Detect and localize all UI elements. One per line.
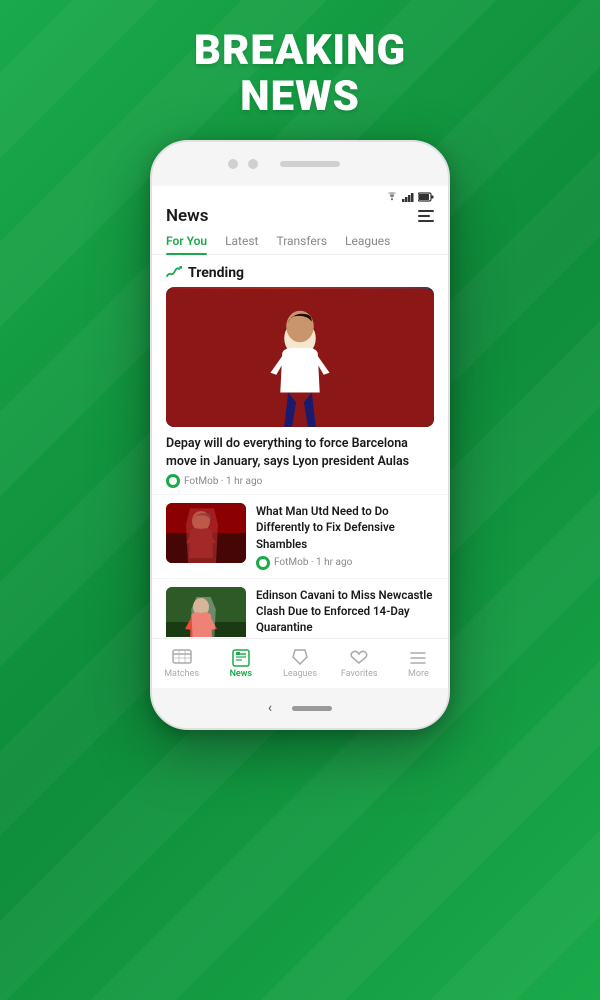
- status-icons: [386, 192, 434, 202]
- trending-icon: [166, 266, 182, 280]
- news-source-row-1: FotMob · 1 hr ago: [256, 556, 434, 570]
- source-badge-1: [256, 556, 270, 570]
- news-item-1[interactable]: What Man Utd Need to Do Differently to F…: [152, 494, 448, 577]
- nav-leagues[interactable]: Leagues: [270, 649, 329, 679]
- phone-bottom-bar: ‹: [152, 688, 448, 728]
- nav-news-label: News: [230, 669, 252, 679]
- tab-latest[interactable]: Latest: [225, 234, 258, 254]
- news-text-2: Edinson Cavani to Miss Newcastle Clash D…: [256, 587, 434, 638]
- page-header: BREAKING NEWS: [0, 0, 600, 140]
- signal-icon: [402, 192, 414, 202]
- nav-leagues-label: Leagues: [283, 669, 317, 679]
- trending-label: Trending: [188, 265, 244, 281]
- tab-bar: For You Latest Transfers Leagues: [152, 234, 448, 255]
- wifi-icon: [386, 192, 398, 202]
- leagues-icon: [290, 649, 310, 667]
- phone-body: News For You Latest Transfers Leagues: [150, 140, 450, 730]
- favorites-icon: [349, 649, 369, 667]
- featured-source-row: FotMob · 1 hr ago: [166, 474, 434, 488]
- bottom-nav: Matches News: [152, 638, 448, 688]
- home-pill[interactable]: [292, 706, 332, 711]
- nav-favorites-label: Favorites: [341, 669, 378, 679]
- app-header: News: [152, 204, 448, 234]
- featured-source: FotMob · 1 hr ago: [184, 476, 262, 487]
- featured-article-title[interactable]: Depay will do everything to force Barcel…: [166, 435, 434, 470]
- tab-transfers[interactable]: Transfers: [276, 234, 327, 254]
- nav-more-label: More: [408, 669, 429, 679]
- news-source-1: FotMob · 1 hr ago: [274, 557, 352, 568]
- nav-favorites[interactable]: Favorites: [330, 649, 389, 679]
- tab-leagues[interactable]: Leagues: [345, 234, 390, 254]
- breaking-news-title: BREAKING NEWS: [0, 28, 600, 120]
- news-title-2: Edinson Cavani to Miss Newcastle Clash D…: [256, 587, 434, 635]
- trending-section-header: Trending: [152, 255, 448, 287]
- featured-image[interactable]: [166, 287, 434, 427]
- matches-icon: [172, 649, 192, 667]
- camera-left: [228, 159, 238, 169]
- camera-right: [248, 159, 258, 169]
- phone-screen: News For You Latest Transfers Leagues: [152, 186, 448, 688]
- nav-matches[interactable]: Matches: [152, 649, 211, 679]
- more-icon: [408, 649, 428, 667]
- phone-mockup: News For You Latest Transfers Leagues: [0, 140, 600, 730]
- tab-for-you[interactable]: For You: [166, 234, 207, 254]
- news-text-1: What Man Utd Need to Do Differently to F…: [256, 503, 434, 569]
- nav-matches-label: Matches: [164, 669, 199, 679]
- news-thumb-2: [166, 587, 246, 638]
- power-button: [448, 262, 450, 312]
- news-item-2[interactable]: Edinson Cavani to Miss Newcastle Clash D…: [152, 578, 448, 638]
- news-content: Trending: [152, 255, 448, 637]
- back-arrow-icon[interactable]: ‹: [268, 700, 272, 716]
- featured-caption: Depay will do everything to force Barcel…: [152, 435, 448, 494]
- nav-news[interactable]: News: [211, 649, 270, 679]
- app-title: News: [166, 206, 208, 226]
- news-title-1: What Man Utd Need to Do Differently to F…: [256, 503, 434, 551]
- source-badge: [166, 474, 180, 488]
- news-icon: [231, 649, 251, 667]
- status-bar: [152, 186, 448, 204]
- battery-icon: [418, 192, 434, 202]
- menu-button[interactable]: [418, 210, 434, 222]
- nav-more[interactable]: More: [389, 649, 448, 679]
- phone-speaker: [280, 161, 340, 167]
- news-thumb-1: [166, 503, 246, 563]
- phone-top-bar: [152, 142, 448, 186]
